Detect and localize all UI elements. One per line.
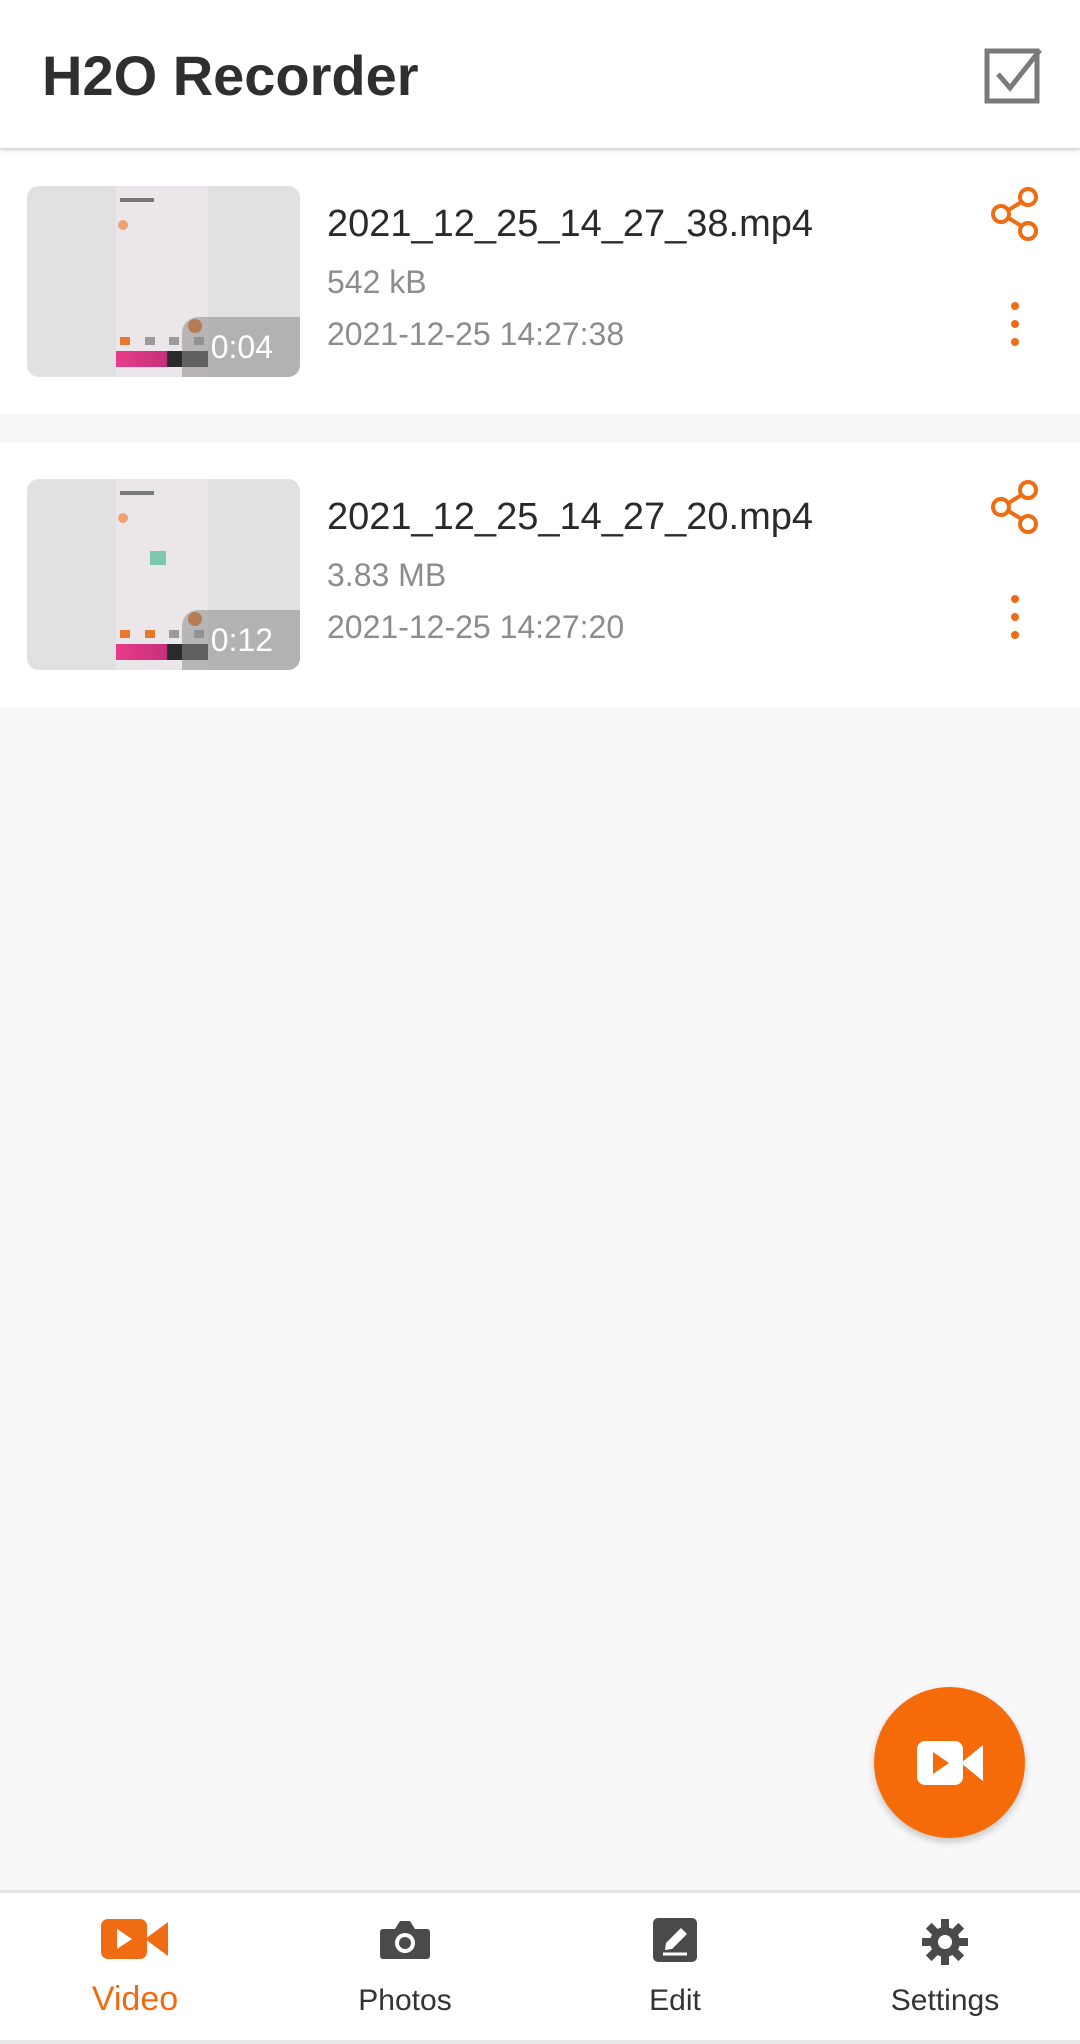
nav-tab-edit[interactable]: Edit: [540, 1893, 810, 2044]
file-date: 2021-12-25 14:27:20: [327, 609, 625, 645]
duration-badge: 0:12: [182, 610, 300, 670]
bottom-navigation: Video Photos Edit Settings: [0, 1890, 1080, 2044]
more-vert-icon: [1011, 595, 1019, 639]
gear-icon: [922, 1919, 968, 1965]
edit-icon: [653, 1918, 697, 1962]
file-size: 3.83 MB: [327, 557, 447, 593]
share-icon: [991, 187, 1038, 241]
app-title: H2O Recorder: [42, 44, 419, 107]
nav-label: Photos: [358, 1984, 452, 2017]
start-recording-button[interactable]: [874, 1687, 1025, 1838]
video-thumbnail[interactable]: 0:04: [27, 186, 300, 377]
app-bar: H2O Recorder: [0, 0, 1080, 148]
system-nav-strip: [0, 2040, 1080, 2044]
share-icon: [991, 480, 1038, 534]
file-name: 2021_12_25_14_27_20.mp4: [327, 496, 814, 538]
share-button[interactable]: [990, 186, 1040, 242]
camera-icon: [380, 1921, 430, 1959]
nav-label: Settings: [890, 1984, 1000, 2017]
file-name: 2021_12_25_14_27_38.mp4: [327, 203, 814, 245]
recording-item[interactable]: 0:12 2021_12_25_14_27_20.mp4 3.83 MB 202…: [0, 443, 1080, 707]
nav-label: Edit: [649, 1984, 701, 2017]
select-mode-button[interactable]: [982, 44, 1046, 108]
nav-label: Video: [91, 1980, 179, 2018]
checkbox-select-icon: [984, 48, 1042, 104]
file-size: 542 kB: [327, 264, 427, 300]
video-camera-icon: [917, 1741, 983, 1785]
file-date: 2021-12-25 14:27:38: [327, 316, 625, 352]
recording-item[interactable]: 0:04 2021_12_25_14_27_38.mp4 542 kB 2021…: [0, 150, 1080, 414]
share-button[interactable]: [990, 479, 1040, 535]
duration-badge: 0:04: [182, 317, 300, 377]
nav-tab-settings[interactable]: Settings: [810, 1893, 1080, 2044]
more-options-button[interactable]: [1000, 591, 1030, 643]
nav-tab-photos[interactable]: Photos: [270, 1893, 540, 2044]
more-vert-icon: [1011, 302, 1019, 346]
more-options-button[interactable]: [1000, 298, 1030, 350]
video-camera-icon: [101, 1919, 168, 1959]
video-thumbnail[interactable]: 0:12: [27, 479, 300, 670]
nav-tab-video[interactable]: Video: [0, 1893, 270, 2044]
